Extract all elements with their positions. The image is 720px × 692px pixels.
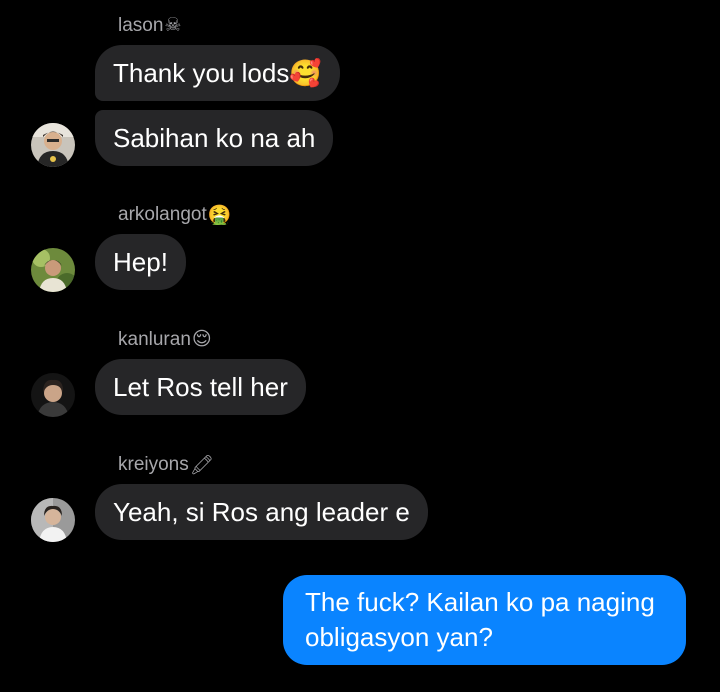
outgoing-message-line: obligasyon yan? <box>305 622 493 652</box>
sender-name-text: kanluran <box>118 328 191 350</box>
avatar-kanluran[interactable] <box>31 373 75 417</box>
message-bubble[interactable]: Sabihan ko na ah <box>95 110 334 166</box>
sender-name-text: kreiyons <box>118 454 189 475</box>
skull-crossbones-icon: ☠ <box>164 15 182 36</box>
message-bubble[interactable]: Let Ros tell her <box>95 359 306 415</box>
message-bubble[interactable]: Hep! <box>95 234 186 290</box>
sender-name-text: lason <box>118 14 164 36</box>
sender-name-kreiyons: kreiyons 🖍 <box>118 453 214 477</box>
outgoing-message-line: The fuck? Kailan ko pa naging <box>305 587 655 617</box>
avatar-kreiyons[interactable] <box>31 498 75 542</box>
sender-name-lason: lason ☠ <box>118 14 181 37</box>
relieved-face-icon: 😌 <box>191 329 212 350</box>
avatar-lason[interactable] <box>31 123 75 167</box>
avatar-arkolangot[interactable] <box>31 248 75 292</box>
vomiting-face-icon: 🤮 <box>207 205 232 226</box>
message-bubble[interactable]: Thank you lods🥰 <box>95 45 340 101</box>
outgoing-message-bubble[interactable]: The fuck? Kailan ko pa naging obligasyon… <box>283 575 686 665</box>
crayon-icon: 🖍 <box>189 455 214 476</box>
message-bubble[interactable]: Yeah, si Ros ang leader e <box>95 484 428 540</box>
sender-name-kanluran: kanluran 😌 <box>118 328 212 351</box>
sender-name-text: arkolangot <box>118 204 207 225</box>
sender-name-arkolangot: arkolangot 🤮 <box>118 203 231 227</box>
